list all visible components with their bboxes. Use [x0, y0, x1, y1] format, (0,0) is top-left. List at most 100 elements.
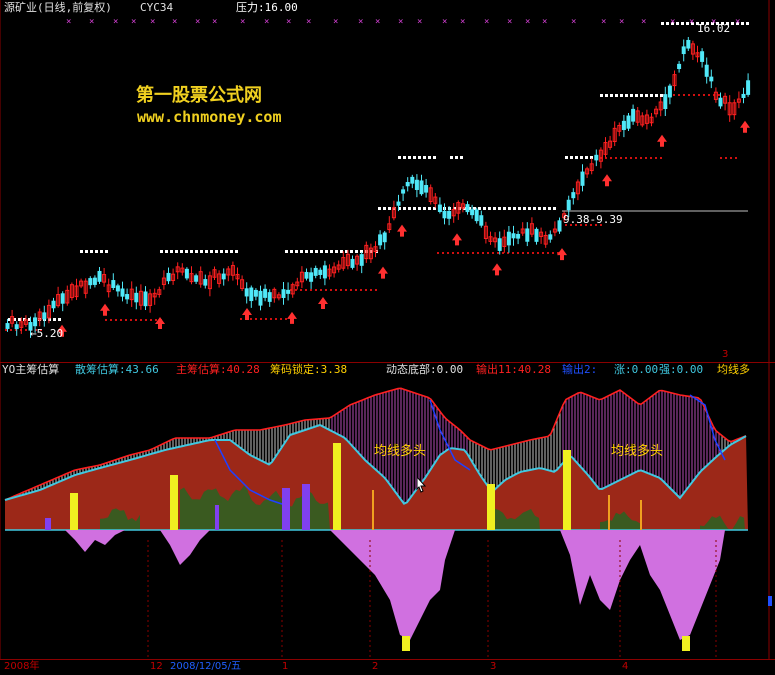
candle-body: [410, 176, 415, 184]
watermark-url: www.chnmoney.com: [137, 108, 282, 126]
resistance-dot: [523, 207, 526, 210]
resistance-dot: [398, 156, 401, 159]
candle-body: [447, 210, 452, 219]
resistance-dot: [666, 22, 669, 25]
resistance-dot: [378, 207, 381, 210]
support-dot: [650, 157, 652, 159]
buy-arrow-icon: [378, 266, 388, 279]
top-x-mark: ×: [571, 17, 576, 27]
support-dot: [610, 157, 612, 159]
candle-body: [401, 189, 406, 194]
candle-body: [681, 46, 686, 55]
date-axis[interactable]: [0, 659, 775, 675]
candle-body: [184, 268, 189, 279]
support-dot: [635, 157, 637, 159]
top-x-mark: ×: [375, 17, 380, 27]
support-dot: [527, 252, 529, 254]
resistance-dot: [295, 250, 298, 253]
support-dot: [492, 252, 494, 254]
resistance-dot: [661, 22, 664, 25]
candle-body: [258, 290, 263, 306]
resistance-dot: [175, 250, 178, 253]
resistance-dot: [403, 156, 406, 159]
chip-lock-bar: [487, 484, 495, 530]
right-mark: 3: [722, 349, 729, 360]
top-x-mark: ×: [619, 17, 624, 27]
date-month-2: 2: [372, 661, 379, 672]
resistance-dot: [503, 207, 506, 210]
chip-lock-bar: [640, 500, 642, 530]
candle-body: [51, 300, 56, 309]
candle-body: [33, 317, 38, 327]
candle-body: [244, 288, 249, 297]
purple-bar: [215, 505, 219, 530]
mouse-pointer-icon: [416, 476, 427, 493]
candle-body: [60, 293, 65, 304]
resistance-dot: [565, 156, 568, 159]
resistance-dot: [230, 250, 233, 253]
candle-body: [304, 271, 309, 279]
support-dot: [155, 319, 157, 321]
resistance-dot: [205, 250, 208, 253]
candle-body: [263, 288, 268, 298]
dynamic-bottom-area: [160, 530, 210, 565]
resistance-dot: [423, 156, 426, 159]
support-dot: [365, 289, 367, 291]
support-dot: [305, 289, 307, 291]
resistance-dot: [18, 318, 21, 321]
support-dot: [725, 157, 727, 159]
date-month-3: 3: [490, 661, 497, 672]
top-x-mark: ×: [306, 17, 311, 27]
resistance-dot: [518, 207, 521, 210]
support-dot: [708, 94, 710, 96]
main-chips-value: 主筹估算:40.28: [176, 363, 260, 376]
stock-chart[interactable]: × × × × × × × × × × × × × × × × × × × × × × × × × × × × × × ×: [0, 0, 775, 674]
resistance-dot: [640, 94, 643, 97]
candle-body: [313, 267, 318, 276]
support-dot: [285, 318, 287, 320]
resistance-dot: [570, 156, 573, 159]
bottom-marker: [402, 636, 410, 651]
support-dot: [360, 289, 362, 291]
candle-body: [667, 85, 672, 98]
support-dot: [467, 252, 469, 254]
top-x-mark: ×: [507, 17, 512, 27]
support-dot: [693, 94, 695, 96]
support-dot: [330, 289, 332, 291]
resistance-dot: [483, 207, 486, 210]
support-dot: [442, 252, 444, 254]
candle-body: [741, 93, 746, 98]
candle-body: [511, 233, 516, 239]
resistance-dot: [418, 207, 421, 210]
resistance-dot: [285, 250, 288, 253]
support-dot: [120, 319, 122, 321]
support-dot: [683, 94, 685, 96]
candle-body: [309, 272, 314, 282]
resistance-dot: [403, 207, 406, 210]
top-x-mark: ×: [195, 17, 200, 27]
candle-body: [631, 108, 636, 122]
candle-body: [534, 228, 539, 242]
top-x-mark: ×: [358, 17, 363, 27]
support-dot: [477, 252, 479, 254]
output2-value: 输出2:: [562, 363, 598, 376]
resistance-dot: [210, 250, 213, 253]
resistance-dot: [408, 207, 411, 210]
resistance-dot: [428, 207, 431, 210]
candle-body: [267, 292, 272, 302]
resistance-dot: [335, 250, 338, 253]
candle-body: [359, 254, 364, 266]
support-dot: [630, 157, 632, 159]
resistance-dot: [350, 250, 353, 253]
resistance-dot: [450, 156, 453, 159]
dynamic-bottom-area: [560, 530, 725, 640]
candle-body: [470, 209, 475, 216]
support-dot: [105, 319, 107, 321]
support-dot: [240, 318, 242, 320]
support-dot: [140, 319, 142, 321]
buy-arrow-icon: [155, 317, 165, 329]
retail-chips-value: 散筹估算:43.66: [75, 363, 159, 376]
top-x-mark: ×: [689, 17, 694, 27]
purple-bar: [282, 488, 290, 530]
support-dot: [125, 319, 127, 321]
